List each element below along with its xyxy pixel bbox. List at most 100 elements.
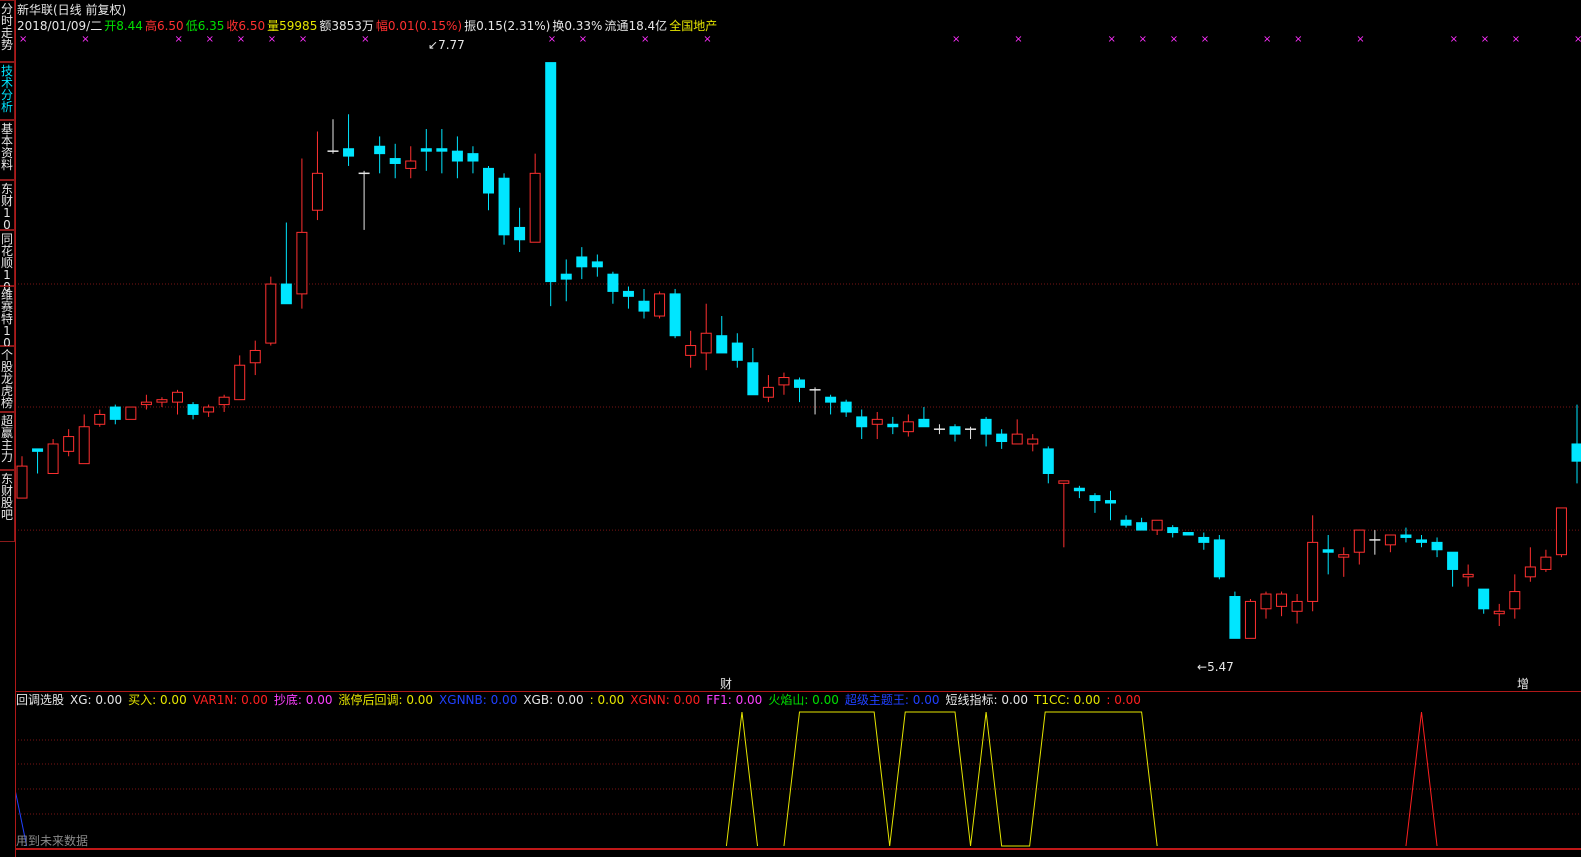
candle-body	[1431, 541, 1443, 551]
indicator-item-3: VAR1N: 0.00	[193, 693, 268, 707]
candle-body	[1462, 573, 1474, 578]
candle-body	[607, 273, 619, 292]
candle-body	[32, 448, 44, 452]
candle-body	[218, 396, 230, 406]
candle-body	[296, 231, 308, 295]
indicator-item-4: 抄底: 0.00	[274, 692, 333, 707]
sidebar: 分时走势 技术分析 基本资料 东财10 同花顺10 维赛特10 个股龙虎榜 超赢主力 东财股吧	[0, 0, 15, 857]
quote-info-row: 2018/01/09/二 开8.44 高6.50 低6.35 收6.50 量59985 额3…	[17, 18, 717, 33]
sidebar-tab-7[interactable]: 超赢主力	[0, 412, 15, 470]
candle-body	[1478, 588, 1490, 610]
indicator-item-13: 短线指标: 0.00	[945, 692, 1028, 707]
sidebar-tab-6[interactable]: 个股龙虎榜	[0, 346, 15, 412]
candle-body	[1540, 556, 1552, 570]
signal-marker: ×	[1108, 34, 1116, 45]
sidebar-tab-2[interactable]: 基本资料	[0, 120, 15, 180]
candle-body	[1244, 600, 1256, 639]
candle-body	[1229, 596, 1241, 639]
pane-divider	[15, 691, 1581, 692]
candle-body	[1073, 487, 1085, 492]
zeng-marker[interactable]: 增	[1517, 677, 1529, 691]
low-price-label: ←5.47	[1197, 660, 1234, 674]
candle-body	[825, 396, 837, 403]
candle-body	[436, 148, 448, 152]
candle-body	[1447, 551, 1459, 570]
candle-body	[778, 377, 790, 386]
quote-item-9: 流通18.4亿	[604, 18, 667, 33]
quote-item-3: 收6.50	[226, 19, 265, 33]
candle-body	[16, 465, 28, 499]
chart-title: 新华联(日线 前复权)	[17, 2, 126, 17]
sidebar-tab-4[interactable]: 同花顺10	[0, 230, 15, 293]
signal-marker: ×	[1201, 34, 1209, 45]
sidebar-tab-0[interactable]: 分时走势	[0, 0, 15, 62]
quote-item-4: 量59985	[267, 19, 317, 33]
candle-body	[1555, 507, 1567, 556]
signal-marker: ×	[1356, 34, 1364, 45]
sidebar-tab-5[interactable]: 维赛特10	[0, 286, 15, 349]
signal-marker: ×	[19, 34, 27, 45]
candle	[1555, 507, 1567, 558]
candle	[125, 406, 137, 420]
candle-body	[249, 349, 261, 364]
stock-chart[interactable]: ××××××××××××××××××××××××××××××× 新华联(日线 前…	[15, 0, 1581, 857]
indicator-item-14: T1CC: 0.00	[1033, 693, 1100, 707]
candle-body	[1167, 527, 1179, 534]
sidebar-tab-3[interactable]: 东财10	[0, 180, 15, 231]
candle-body	[1027, 438, 1039, 445]
signal-marker: ×	[952, 34, 960, 45]
signal-marker: ×	[1512, 34, 1520, 45]
candle-body	[187, 404, 199, 415]
candle-body	[591, 261, 603, 268]
signal-marker: ×	[1294, 34, 1302, 45]
indicator-item-10: FF1: 0.00	[706, 693, 762, 707]
candle-body	[467, 153, 479, 162]
candle-body	[1089, 495, 1101, 502]
candle-body	[794, 379, 805, 388]
candle-body	[405, 160, 417, 169]
signal-marker: ×	[548, 34, 556, 45]
candle	[47, 439, 59, 474]
future-data-footnote: 用到未来数据	[16, 833, 88, 848]
indicator-item-8: : 0.00	[590, 693, 625, 707]
quote-item-5: 额3853万	[319, 19, 374, 33]
candle-body	[1493, 610, 1505, 615]
candle-body	[343, 148, 355, 157]
indicator-item-2: 买入: 0.00	[128, 693, 187, 707]
cai-marker[interactable]: 财	[720, 677, 732, 691]
indicator-item-9: XGNN: 0.00	[630, 693, 700, 707]
quote-date: 2018/01/09/二	[17, 19, 102, 33]
signal-marker: ×	[1014, 34, 1022, 45]
bottom-border	[15, 848, 1581, 850]
candle-body	[918, 418, 930, 428]
candle-body	[451, 150, 463, 162]
candle-body	[980, 418, 992, 435]
candle-body	[1338, 554, 1350, 558]
candle-body	[125, 406, 137, 420]
candle-body	[747, 362, 759, 396]
candle-body	[576, 256, 588, 268]
candle-body	[654, 293, 666, 317]
candle-body	[1105, 500, 1116, 504]
signal-marker: ×	[703, 34, 711, 45]
indicator-values-row: 回调选股 XG: 0.00 买入: 0.00 VAR1N: 0.00 抄底: 0.00 涨…	[16, 692, 1141, 707]
candle-body	[1509, 591, 1521, 610]
candle-body	[731, 342, 743, 361]
signal-marker: ×	[361, 34, 369, 45]
candle-body	[78, 426, 90, 465]
candle-body	[685, 345, 697, 356]
candle-body	[622, 290, 634, 297]
candle	[498, 173, 510, 245]
signal-marker: ×	[1139, 34, 1147, 45]
indicator-item-12: 超级主题王: 0.00	[845, 692, 940, 707]
candle-body	[1571, 443, 1581, 462]
candle-body	[47, 443, 59, 474]
indicator-item-0: 回调选股	[16, 693, 64, 707]
signal-marker: ×	[81, 34, 89, 45]
quote-item-8: 换0.33%	[552, 19, 602, 33]
sidebar-tab-1[interactable]: 技术分析	[0, 62, 15, 120]
sidebar-tab-8[interactable]: 东财股吧	[0, 470, 15, 542]
candle-body	[1400, 534, 1412, 538]
candle-body	[234, 364, 246, 401]
left-border	[15, 0, 16, 857]
